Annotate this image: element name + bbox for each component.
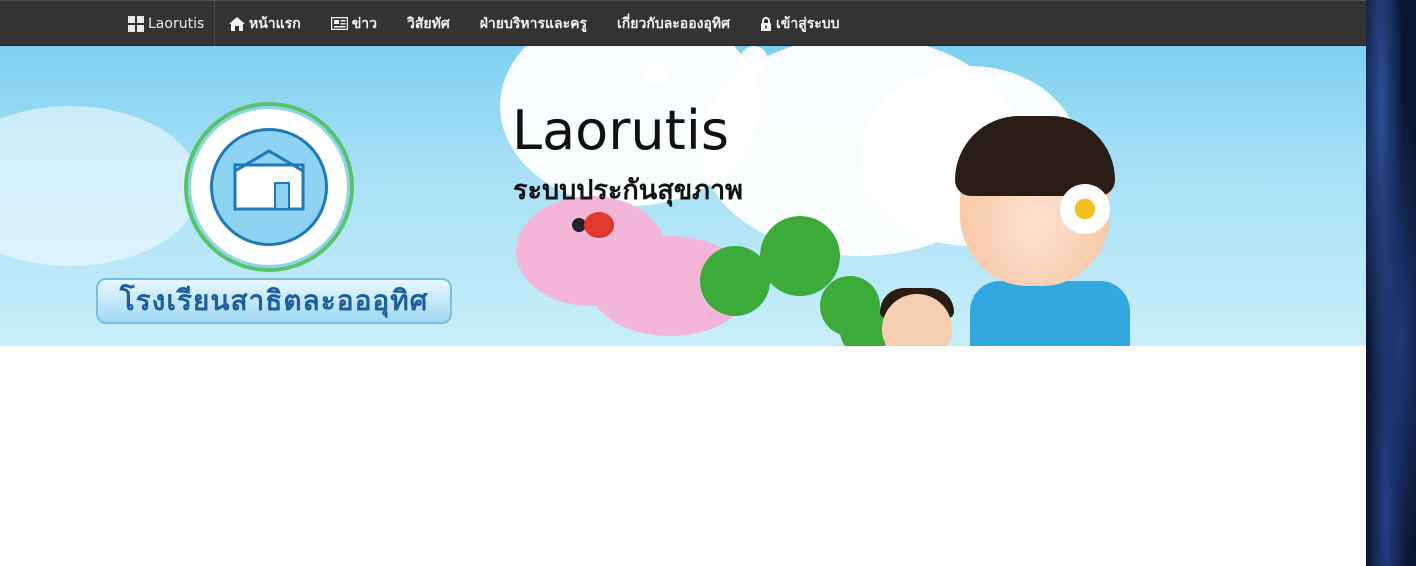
nav-item-news[interactable]: ข่าว — [330, 13, 377, 35]
top-navbar: Laorutis หน้าแรก ข่าว วิสัยทัศ ฝ่ายบริหา… — [0, 0, 1366, 46]
school-name: โรงเรียนสาธิตละอออุทิศ — [119, 284, 429, 317]
nav-item-label: ข่าว — [351, 15, 377, 32]
nav-item-label: วิสัยทัศ — [406, 15, 450, 32]
hero-banner: โรงเรียนสาธิตละอออุทิศ Laorutis ระบบประก… — [0, 46, 1366, 346]
lock-icon — [760, 16, 771, 31]
flower-decoration — [1060, 184, 1110, 234]
nav-item-about[interactable]: เกี่ยวกับละอองอุทิศ — [617, 13, 730, 35]
school-logo — [184, 102, 354, 272]
brand-link[interactable]: Laorutis — [116, 1, 215, 46]
nav-item-label: เข้าสู่ระบบ — [775, 15, 840, 32]
nav-item-label: เกี่ยวกับละอองอุทิศ — [617, 15, 730, 32]
cloud-decoration — [0, 106, 200, 266]
newspaper-icon — [330, 17, 348, 30]
grid-icon — [128, 15, 144, 32]
nav-item-staff[interactable]: ฝ่ายบริหารและครู — [480, 13, 587, 35]
background-wallpaper — [1366, 0, 1416, 566]
school-name-banner: โรงเรียนสาธิตละอออุทิศ — [96, 278, 452, 324]
cloud-decoration — [740, 46, 768, 74]
nav-item-home[interactable]: หน้าแรก — [229, 13, 301, 35]
home-icon — [229, 16, 245, 31]
site-title: Laorutis — [512, 99, 729, 162]
nav-item-label: ฝ่ายบริหารและครู — [479, 15, 588, 32]
nav-item-label: หน้าแรก — [249, 15, 301, 32]
site-subtitle: ระบบประกันสุขภาพ — [513, 175, 743, 206]
nav-item-login[interactable]: เข้าสู่ระบบ — [760, 13, 840, 35]
nav-item-vision[interactable]: วิสัยทัศ — [407, 13, 450, 35]
cloud-decoration — [645, 64, 667, 86]
ladybug-decoration — [584, 212, 614, 238]
nav-menu: หน้าแรก ข่าว วิสัยทัศ ฝ่ายบริหารและครู เ… — [229, 1, 870, 46]
school-building-icon — [233, 149, 305, 211]
page-content — [0, 346, 1366, 566]
logo-emblem — [210, 128, 328, 246]
brand-label: Laorutis — [148, 15, 205, 32]
child-photo — [970, 281, 1130, 346]
